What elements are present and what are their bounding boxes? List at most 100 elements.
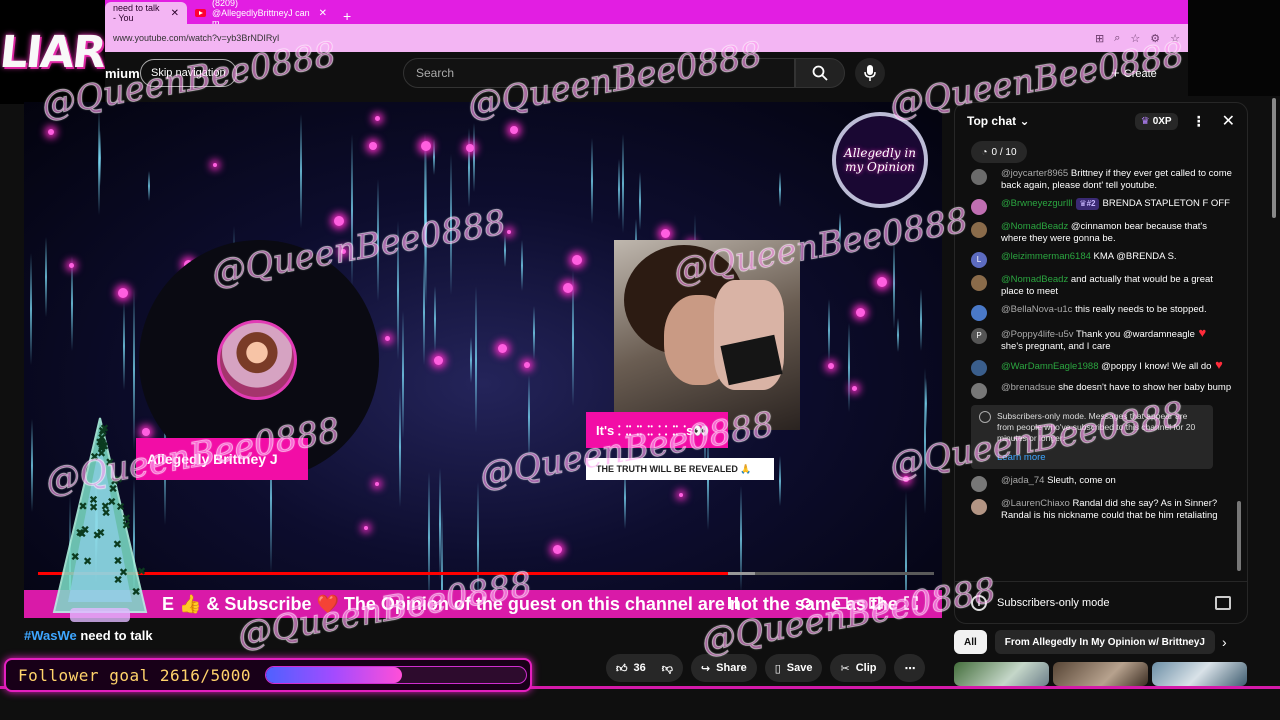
chat-author[interactable]: @NomadBeadz	[1001, 274, 1068, 285]
avatar[interactable]	[971, 383, 987, 399]
avatar[interactable]	[971, 360, 987, 376]
address-bar-icons: ⊞ ⌕ ☆ ⚙ ☆	[1095, 32, 1180, 45]
create-button[interactable]: + Create	[1111, 65, 1157, 82]
title-hashtag[interactable]: #WasWe	[24, 628, 77, 643]
more-icon[interactable]: ⋮	[1192, 113, 1206, 130]
liar-logo: LIAR	[0, 0, 107, 104]
close-icon[interactable]: ✕	[1222, 111, 1235, 131]
video-player[interactable]: Allegedly Brittney J It's ⸬⸬⸬⸬ ⸬⸬s👀 THE …	[24, 102, 942, 614]
chat-author[interactable]: @BellaNova-u1c	[1001, 304, 1072, 315]
more-actions-button[interactable]: ⋯	[894, 654, 926, 682]
chip-from-channel[interactable]: From Allegedly In My Opinion w/ Brittney…	[994, 630, 1215, 654]
clip-button[interactable]: ✂ Clip	[830, 654, 887, 682]
svg-text:✖: ✖	[109, 484, 118, 496]
avatar[interactable]	[971, 169, 987, 185]
title-text: need to talk	[76, 628, 153, 643]
chat-goal-chip[interactable]: ◔ 0 / 10	[971, 141, 1027, 163]
avatar[interactable]	[971, 305, 987, 321]
avatar[interactable]: L	[971, 252, 987, 268]
recommended-video-thumbnail[interactable]	[1053, 662, 1148, 686]
chat-message: P @Poppy4life-u5v Thank you @wardamneagle…	[955, 324, 1241, 356]
page-scrollbar[interactable]	[1270, 96, 1278, 686]
close-icon[interactable]: ✕	[171, 8, 179, 19]
new-tab-button[interactable]: +	[335, 8, 359, 24]
save-button[interactable]: ▯ Save	[764, 654, 823, 682]
goal-icon: ◔	[981, 146, 988, 158]
avatar[interactable]	[971, 476, 987, 492]
share-button[interactable]: ↪ Share	[690, 654, 757, 682]
browser-tab[interactable]: (8209) @AllegedlyBrittneyJ can m ✕	[187, 0, 335, 28]
chat-message: @BellaNova-u1c this really needs to be s…	[955, 301, 1241, 324]
xp-badge[interactable]: ♛ 0XP	[1134, 112, 1178, 130]
search-input[interactable]: Search	[403, 58, 795, 88]
browser-tab-active[interactable]: need to talk - You ✕	[105, 2, 187, 24]
extension-icon[interactable]: ⚙	[1150, 32, 1160, 45]
chat-author[interactable]: @jada_74	[1001, 475, 1044, 486]
subscribers-only-notice: Subscribers-only mode. Messages that app…	[971, 405, 1213, 469]
share-icon: ↪	[700, 662, 711, 675]
chat-text: Sleuth, come on	[1047, 475, 1116, 486]
avatar[interactable]	[971, 499, 987, 515]
cast-icon[interactable]	[869, 596, 883, 610]
avatar[interactable]	[971, 222, 987, 238]
avatar[interactable]	[971, 199, 987, 215]
recommended-video-thumbnail[interactable]	[1152, 662, 1247, 686]
close-icon[interactable]: ✕	[319, 8, 327, 19]
chat-mode-dropdown[interactable]: Top chat ⌄	[967, 114, 1030, 128]
chat-author[interactable]: @NomadBeadz	[1001, 221, 1068, 232]
follower-goal-bar	[265, 666, 528, 684]
like-button[interactable]: 👍︎ 36 👎︎	[606, 654, 683, 682]
svg-text:✖: ✖	[105, 457, 114, 469]
notice-text: Subscribers-only mode. Messages that app…	[997, 411, 1196, 443]
video-progress-bar[interactable]	[38, 572, 934, 575]
chat-author[interactable]: @LaurenChiaxo	[1001, 498, 1070, 509]
recommended-video-thumbnail[interactable]	[954, 662, 1049, 686]
search-icon	[812, 65, 828, 81]
youtube-header: mium Skip navigation Search + Create	[105, 52, 1188, 96]
svg-text:✖: ✖	[116, 501, 125, 513]
zoom-icon[interactable]: ⌕	[1114, 32, 1120, 45]
chat-scrollbar[interactable]	[1237, 171, 1241, 571]
chat-text: BRENDA STAPLETON F OFF	[1102, 198, 1230, 209]
info-icon[interactable]: i	[971, 594, 987, 611]
crown-icon: ♛	[1140, 115, 1150, 127]
miniplayer-icon[interactable]	[834, 596, 848, 610]
chat-author[interactable]: @WarDamnEagle1988	[1001, 361, 1098, 372]
address-bar[interactable]: www.youtube.com/watch?v=yb3BrNDIRyI ⊞ ⌕ …	[105, 24, 1188, 52]
live-chat: Top chat ⌄ ♛ 0XP ⋮ ✕ ◔ 0 / 10 @joycarter8…	[954, 102, 1248, 624]
membership-icon[interactable]	[1215, 595, 1231, 610]
scissors-icon: ✂	[840, 662, 850, 675]
chat-message: @NomadBeadz and actually that would be a…	[955, 271, 1241, 301]
chat-text: this really needs to be stopped.	[1075, 304, 1207, 315]
chat-message: L @leizimmerman6184 KMA @BRENDA S.	[955, 248, 1241, 271]
apps-icon[interactable]: ⊞	[1095, 32, 1104, 45]
chat-author[interactable]: @joycarter8965	[1001, 168, 1068, 179]
avatar[interactable]: P	[971, 328, 987, 344]
progress-buffered	[727, 572, 755, 575]
chat-author[interactable]: @leizimmerman6184	[1001, 251, 1091, 262]
youtube-icon	[195, 9, 206, 17]
dislike-icon[interactable]: 👎︎	[662, 662, 673, 675]
fullscreen-icon[interactable]	[904, 596, 918, 610]
thumbs-up-icon: 👍︎	[616, 662, 628, 675]
learn-more-link[interactable]: Learn more	[997, 452, 1205, 463]
settings-icon[interactable]	[799, 596, 813, 610]
video-actions: 👍︎ 36 👎︎ ↪ Share ▯ Save ✂ Clip ⋯	[606, 654, 926, 682]
star-icon[interactable]: ☆	[1130, 32, 1140, 45]
recommended-thumbnails	[954, 662, 1247, 686]
chat-author[interactable]: @brenadsue	[1001, 382, 1056, 393]
pause-icon[interactable]	[726, 596, 740, 610]
avatar[interactable]	[971, 275, 987, 291]
chip-all[interactable]: All	[954, 630, 987, 654]
search-button[interactable]	[795, 58, 845, 88]
follower-goal-fill	[266, 667, 403, 683]
chevron-right-icon[interactable]: ›	[1222, 634, 1227, 650]
chat-author[interactable]: @Brwneyezgurlll	[1001, 198, 1072, 209]
page: need to talk - You ✕ (8209) @AllegedlyBr…	[0, 0, 1280, 720]
chat-text: Thank you @wardamneagle	[1075, 329, 1195, 340]
skip-navigation-button[interactable]: Skip navigation	[140, 59, 237, 87]
chat-text: @poppy I know! We all do	[1101, 361, 1212, 372]
voice-search-button[interactable]	[855, 58, 885, 88]
chat-author[interactable]: @Poppy4life-u5v	[1001, 329, 1074, 340]
bookmark-icon[interactable]: ☆	[1170, 32, 1180, 45]
